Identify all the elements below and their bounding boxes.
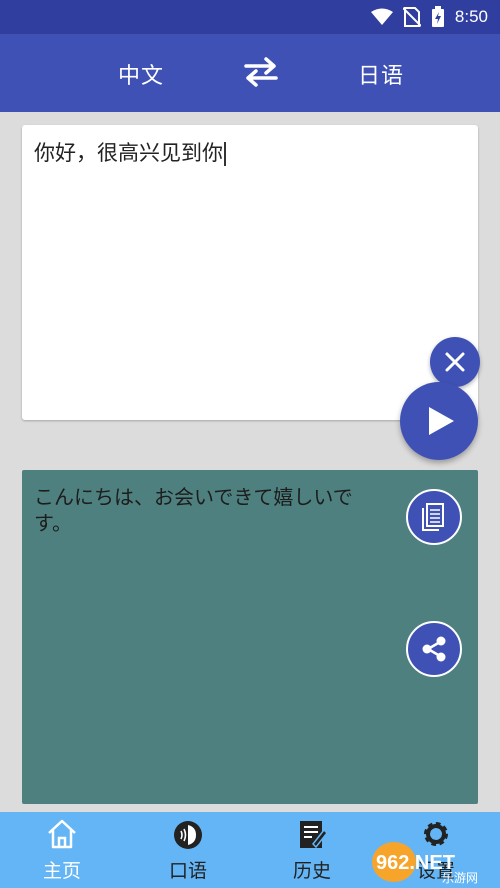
status-icons: 8:50 — [370, 6, 488, 28]
copy-button[interactable] — [406, 489, 462, 545]
status-bar: 8:50 — [0, 0, 500, 34]
nav-speaking[interactable]: 口语 — [138, 818, 238, 883]
share-icon — [422, 636, 446, 662]
nav-home[interactable]: 主页 — [12, 818, 112, 883]
copy-icon — [422, 503, 444, 531]
translated-text: こんにちは、お会いできて嬉しいです。 — [34, 485, 353, 535]
source-text-input[interactable]: 你好，很高兴见到你 — [34, 137, 454, 167]
history-edit-icon — [300, 821, 329, 849]
target-language-button[interactable]: 日语 — [358, 58, 404, 90]
swap-arrows-icon — [244, 57, 278, 87]
text-caret — [224, 142, 226, 166]
nav-history-label: 历史 — [292, 860, 331, 882]
app-bar: 中文 日语 — [0, 34, 500, 112]
close-icon — [445, 352, 465, 372]
clear-button[interactable] — [430, 337, 480, 387]
home-icon — [48, 819, 76, 849]
speaking-icon — [174, 821, 202, 849]
no-sim-icon — [402, 7, 421, 27]
wifi-icon — [370, 8, 393, 25]
nav-history[interactable]: 历史 — [262, 818, 362, 883]
translate-button[interactable] — [400, 382, 478, 460]
status-time: 8:50 — [454, 7, 488, 26]
input-card: 你好，很高兴见到你 — [22, 125, 480, 420]
swap-language-button[interactable] — [242, 56, 280, 88]
nav-home-label: 主页 — [42, 860, 81, 882]
battery-charging-icon — [431, 6, 444, 27]
source-language-button[interactable]: 中文 — [118, 58, 164, 90]
source-text: 你好，很高兴见到你 — [34, 141, 223, 165]
watermark-subtext: 乐游网 — [442, 871, 478, 885]
play-icon — [429, 407, 454, 435]
watermark-logo: 962.NET 乐游网 — [372, 842, 478, 885]
nav-speaking-label: 口语 — [168, 860, 207, 882]
result-card: こんにちは、お会いできて嬉しいです。 — [22, 470, 478, 804]
share-button[interactable] — [406, 621, 462, 677]
